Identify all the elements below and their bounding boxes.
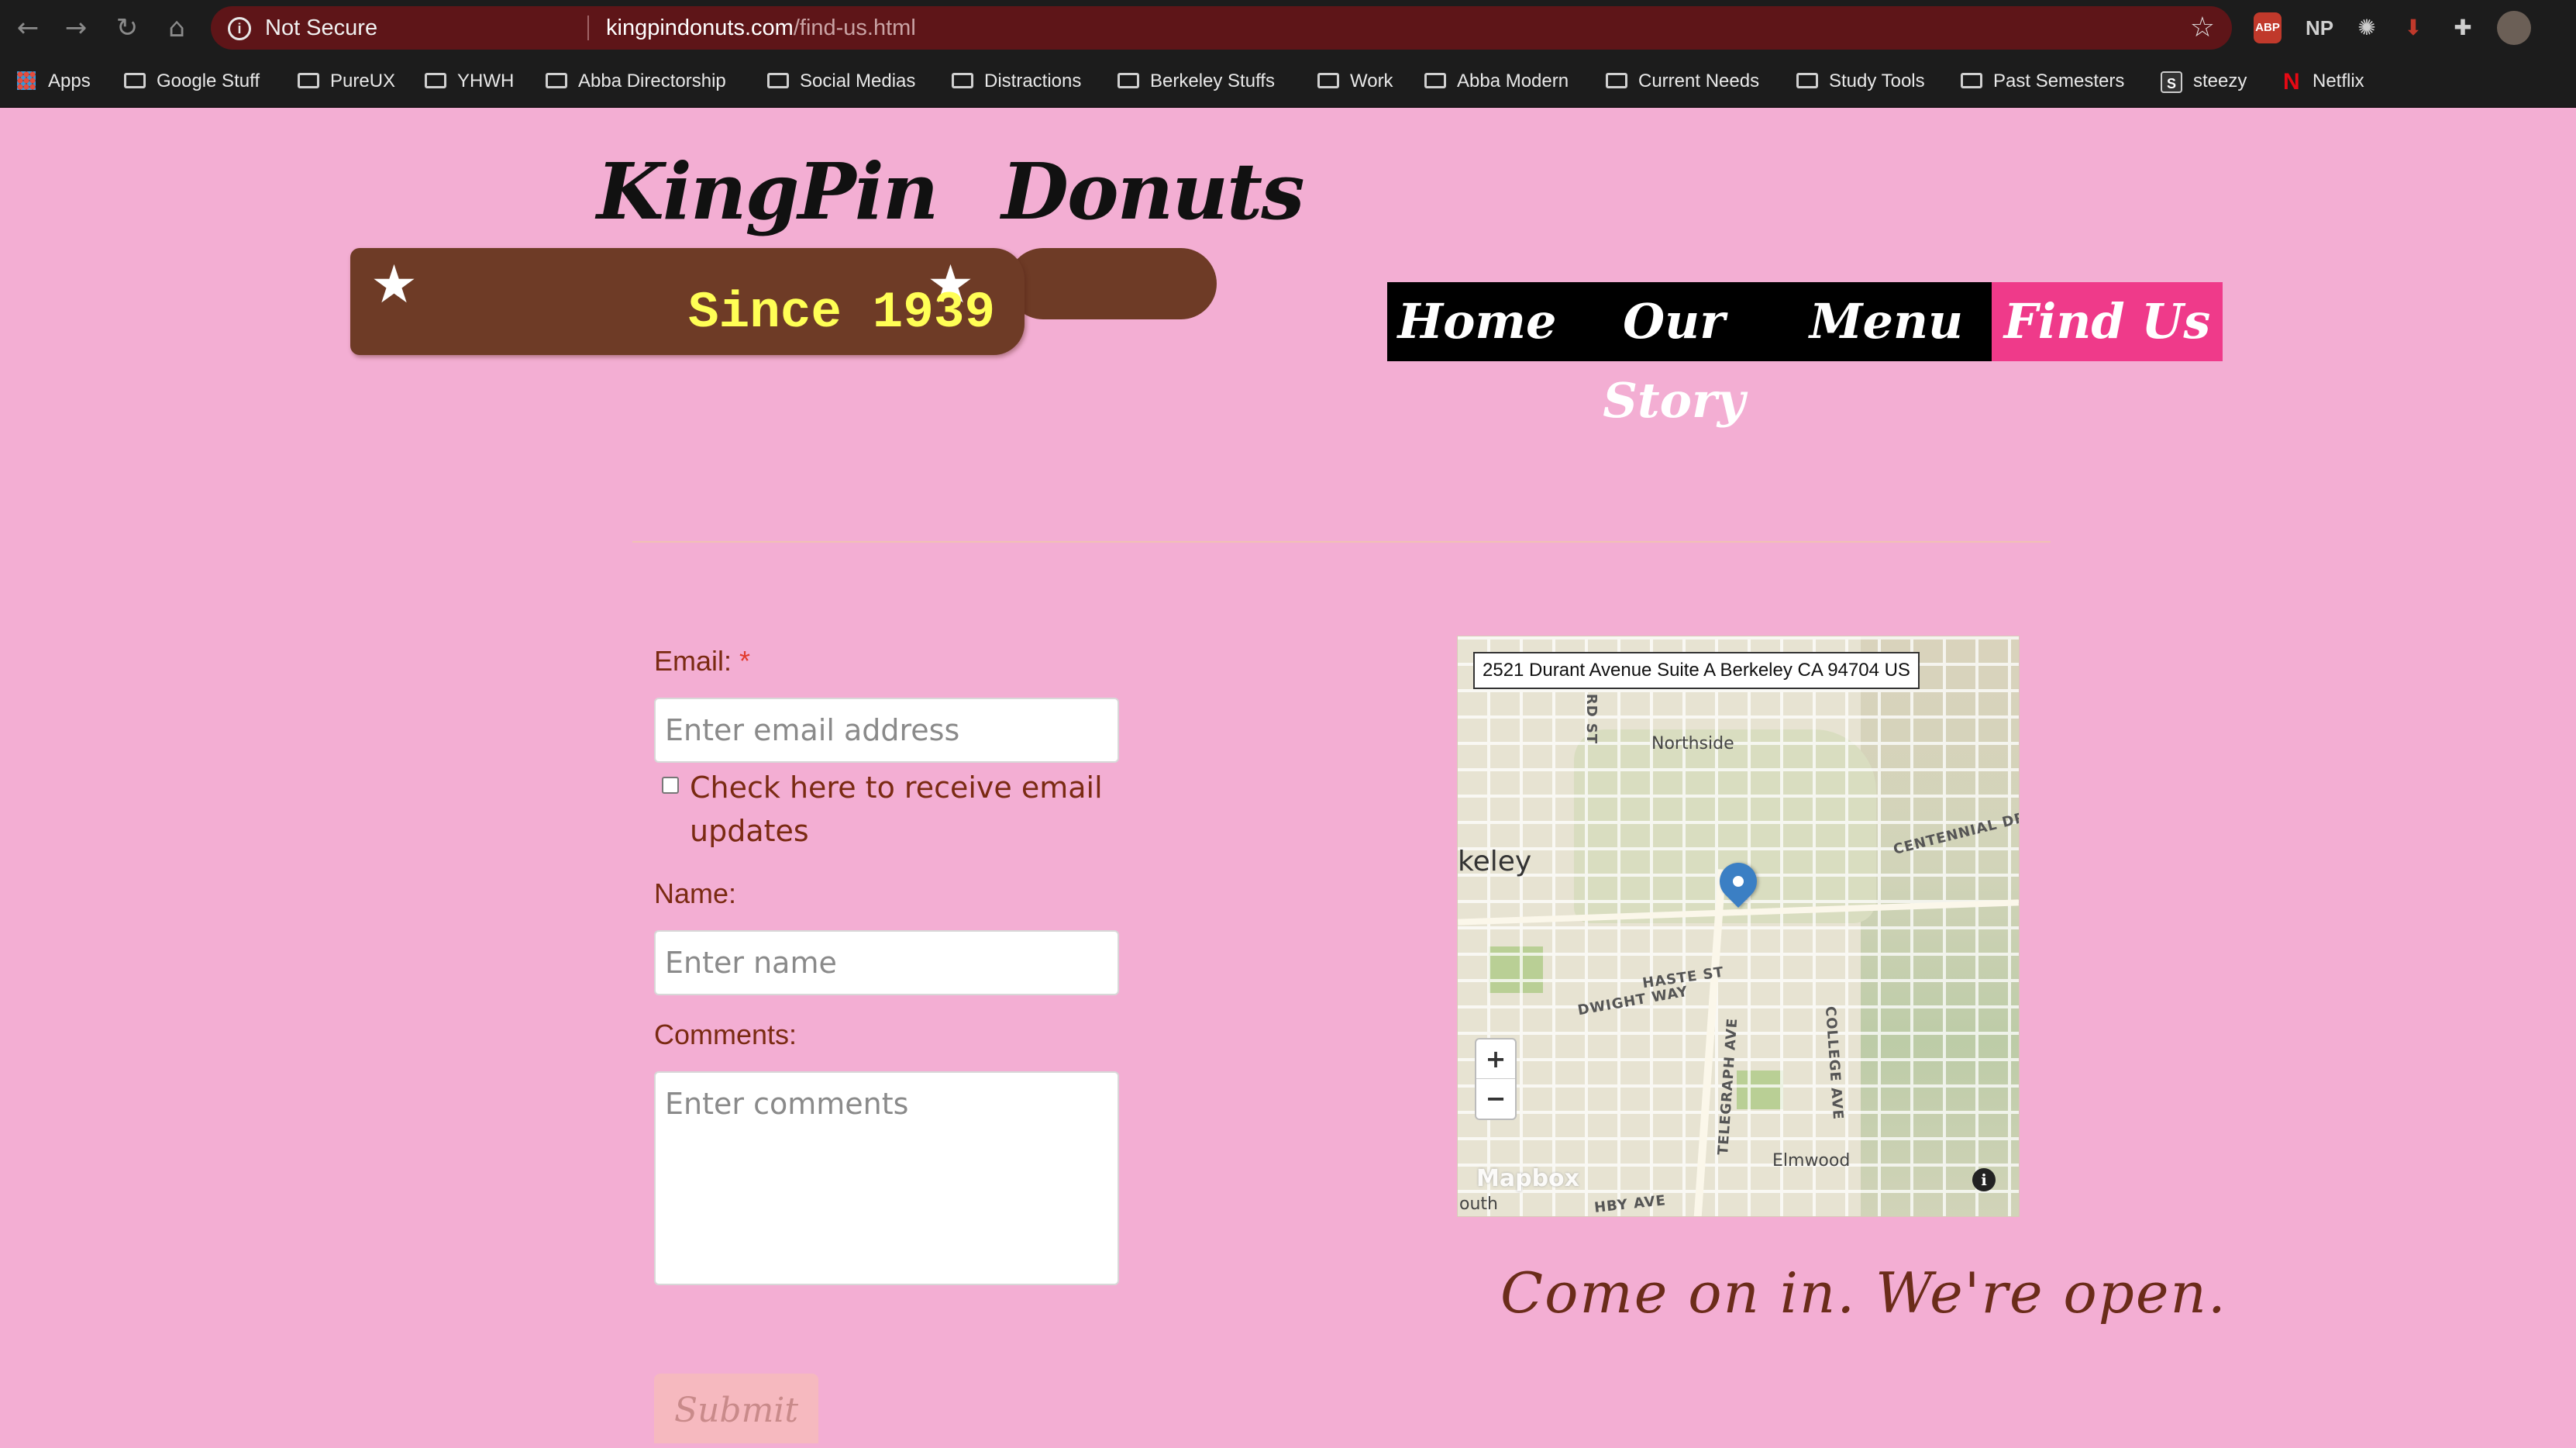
folder-icon xyxy=(1961,72,1982,88)
nav-find-us[interactable]: Find Us xyxy=(1992,282,2223,361)
bookmark-yhwh[interactable]: YHWH xyxy=(425,65,514,98)
folder-icon xyxy=(1424,72,1446,88)
address-bar[interactable]: i Not Secure kingpindonuts.com/find-us.h… xyxy=(211,6,2232,50)
steezy-icon: S xyxy=(2161,71,2182,93)
bookmark-distractions[interactable]: Distractions xyxy=(952,65,1081,98)
email-updates-label[interactable]: Check here to receive email updates xyxy=(690,766,1108,853)
email-label: Email: * xyxy=(654,645,751,677)
bookmark-berkeley-stuffs[interactable]: Berkeley Stuffs xyxy=(1118,65,1275,98)
tagline: Since 1939 xyxy=(688,284,996,342)
url-domain: kingpindonuts.com xyxy=(606,16,794,40)
folder-icon xyxy=(1317,72,1339,88)
folder-icon xyxy=(425,72,446,88)
nav-menu[interactable]: Menu xyxy=(1781,282,1992,361)
map-info-icon[interactable]: i xyxy=(1972,1168,1996,1191)
bookmark-netflix[interactable]: N Netflix xyxy=(2283,65,2364,98)
download-extension-icon[interactable]: ⬇ xyxy=(2398,12,2429,43)
location-map[interactable]: Northside keley CENTENNIAL DR HASTE ST D… xyxy=(1457,636,2020,1217)
folder-icon xyxy=(298,72,319,88)
bookmark-abba-modern[interactable]: Abba Modern xyxy=(1424,65,1569,98)
star-icon: ★ xyxy=(370,254,418,315)
map-street-grid xyxy=(1458,636,2019,1216)
map-zoom-control: + − xyxy=(1475,1038,1517,1120)
color-wheel-extension-icon[interactable]: ✺ xyxy=(2351,12,2382,43)
url-path: /find-us.html xyxy=(793,16,916,40)
mapbox-logo[interactable]: Mapbox xyxy=(1476,1165,1579,1192)
security-status[interactable]: Not Secure xyxy=(265,16,377,41)
bookmark-star-icon[interactable]: ☆ xyxy=(2190,11,2215,43)
back-icon[interactable]: ← xyxy=(11,11,45,45)
required-asterisk: * xyxy=(739,645,751,677)
email-updates-checkbox[interactable] xyxy=(662,777,679,794)
home-icon[interactable]: ⌂ xyxy=(160,11,194,45)
np-extension-icon[interactable]: NP xyxy=(2300,12,2339,43)
main-nav: Home Our Story Menu Find Us xyxy=(1387,282,2223,429)
comments-textarea[interactable]: Enter comments xyxy=(654,1071,1119,1285)
bookmarks-bar: Apps Google Stuff PureUX YHWH Abba Direc… xyxy=(0,56,2576,108)
folder-icon xyxy=(1606,72,1627,88)
url-text[interactable]: kingpindonuts.com/find-us.html xyxy=(606,16,916,41)
map-label-northside: Northside xyxy=(1651,734,1734,753)
forward-icon[interactable]: → xyxy=(59,11,93,45)
zoom-out-button[interactable]: − xyxy=(1476,1079,1515,1118)
nav-home[interactable]: Home xyxy=(1387,282,1567,361)
email-field[interactable]: Enter email address xyxy=(654,698,1119,763)
adblock-extension-icon[interactable]: ABP xyxy=(2254,12,2282,43)
bookmark-past-semesters[interactable]: Past Semesters xyxy=(1961,65,2124,98)
folder-icon xyxy=(952,72,973,88)
folder-icon xyxy=(546,72,567,88)
apps-grid-icon xyxy=(17,71,36,90)
section-divider xyxy=(632,541,2051,543)
bookmark-google-stuff[interactable]: Google Stuff xyxy=(124,65,260,98)
bookmark-work[interactable]: Work xyxy=(1317,65,1393,98)
address-popup: 2521 Durant Avenue Suite A Berkeley CA 9… xyxy=(1473,652,1920,689)
map-label-street: RD ST xyxy=(1583,693,1600,745)
rolling-pin-handle xyxy=(1007,248,1217,319)
folder-icon xyxy=(1118,72,1139,88)
bookmark-social-medias[interactable]: Social Medias xyxy=(767,65,915,98)
divider xyxy=(587,16,589,40)
browser-toolbar: ← → ↻ ⌂ i Not Secure kingpindonuts.com/f… xyxy=(0,0,2576,56)
submit-button[interactable]: Submit xyxy=(654,1374,818,1443)
netflix-icon: N xyxy=(2283,68,2300,95)
name-field[interactable]: Enter name xyxy=(654,930,1119,995)
folder-icon xyxy=(767,72,789,88)
site-info-icon[interactable]: i xyxy=(228,17,251,40)
bookmark-apps[interactable]: Apps xyxy=(17,65,91,98)
map-label-elmwood: Elmwood xyxy=(1772,1151,1851,1170)
map-label-berkeley: keley xyxy=(1458,846,1532,877)
folder-icon xyxy=(1796,72,1818,88)
bookmark-steezy[interactable]: Ssteezy xyxy=(2161,65,2247,98)
extensions-puzzle-icon[interactable]: ✚ xyxy=(2447,12,2478,43)
zoom-in-button[interactable]: + xyxy=(1476,1039,1515,1079)
bookmark-abba-directorship[interactable]: Abba Directorship xyxy=(546,65,726,98)
comments-label: Comments: xyxy=(654,1019,797,1050)
profile-avatar[interactable] xyxy=(2497,11,2531,45)
site-logo-text[interactable]: KingPin Donuts xyxy=(597,146,1305,237)
bookmark-current-needs[interactable]: Current Needs xyxy=(1606,65,1759,98)
open-status-message: Come on in. We're open. xyxy=(1500,1260,2227,1326)
bookmark-study-tools[interactable]: Study Tools xyxy=(1796,65,1925,98)
nav-our-story[interactable]: Our Story xyxy=(1567,282,1781,429)
name-label: Name: xyxy=(654,877,737,909)
reload-icon[interactable]: ↻ xyxy=(110,11,144,45)
bookmark-pureux[interactable]: PureUX xyxy=(298,65,395,98)
map-label-south: outh xyxy=(1459,1195,1498,1214)
folder-icon xyxy=(124,72,146,88)
